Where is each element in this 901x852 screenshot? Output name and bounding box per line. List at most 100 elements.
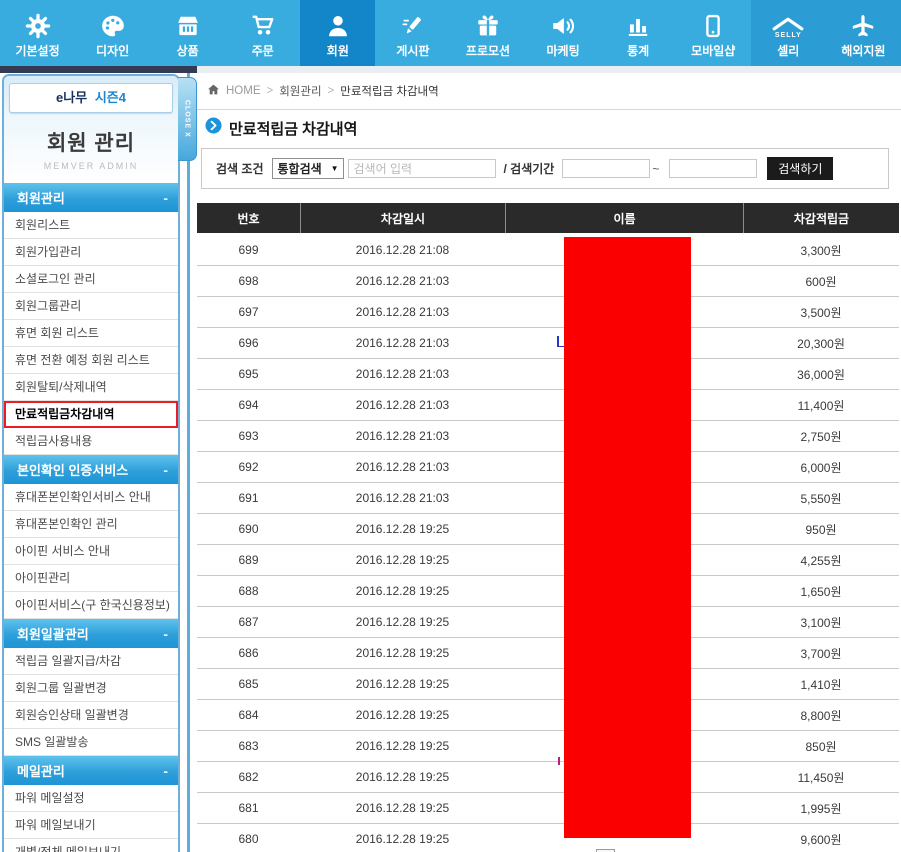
nav-tab-label: 기본설정 <box>15 42 59 59</box>
sidebar-menu-entry[interactable]: 휴면 전환 예정 회원 리스트 <box>4 347 178 374</box>
page-title-row: 만료적립금 차감내역 <box>205 117 357 139</box>
nav-tab[interactable]: 디자인 <box>75 0 150 66</box>
search-keyword-input[interactable] <box>348 159 496 178</box>
sidebar-menu-entry[interactable]: 파워 메일설정 <box>4 785 178 812</box>
cell-amount: 5,550원 <box>743 483 899 513</box>
nav-tab-label: 해외지원 <box>841 42 885 59</box>
cell-date: 2016.12.28 19:25 <box>300 669 505 699</box>
nav-tab[interactable]: 기본설정 <box>0 0 75 66</box>
sidebar-divider-line <box>187 73 190 852</box>
cell-no: 684 <box>197 700 300 730</box>
nav-tab[interactable]: 프로모션 <box>450 0 525 66</box>
table-row: 691 2016.12.28 21:03 5,550원 <box>197 483 899 514</box>
nav-tab[interactable]: 모바일샵 <box>676 0 751 66</box>
sidebar-menu-entry[interactable]: 파워 메일보내기 <box>4 812 178 839</box>
cell-no: 699 <box>197 235 300 265</box>
nav-tab[interactable]: 주문 <box>225 0 300 66</box>
sidebar-menu-entry[interactable]: 회원승인상태 일괄변경 <box>4 702 178 729</box>
sidebar-menu-entry[interactable]: 적립금사용내용 <box>4 428 178 455</box>
content-top-strip <box>197 66 901 73</box>
cell-date: 2016.12.28 19:25 <box>300 824 505 852</box>
cell-date: 2016.12.28 19:25 <box>300 793 505 823</box>
cell-date: 2016.12.28 21:03 <box>300 483 505 513</box>
cell-date: 2016.12.28 19:25 <box>300 638 505 668</box>
sidebar-menu-entry[interactable]: 회원그룹관리 <box>4 293 178 320</box>
nav-tab[interactable]: 회원 <box>300 0 375 66</box>
search-condition-select[interactable]: 통합검색 ▼ <box>272 158 344 179</box>
table-row: 686 2016.12.28 19:25 3,700원 <box>197 638 899 669</box>
sidebar-menu-entry[interactable]: 회원탈퇴/삭제내역 <box>4 374 178 401</box>
search-submit-button[interactable]: 검색하기 <box>767 157 833 180</box>
title-bullet-icon <box>205 117 222 139</box>
sidebar-menu-entry[interactable]: 회원리스트 <box>4 212 178 239</box>
search-panel: 검색 조건 통합검색 ▼ / 검색기간 ~ 검색하기 <box>201 148 889 189</box>
settings-icon <box>25 13 51 39</box>
search-period-start-input[interactable] <box>562 159 650 178</box>
nav-tab[interactable]: 해외지원 <box>826 0 901 66</box>
nav-tab[interactable]: 통계 <box>601 0 676 66</box>
breadcrumb-section[interactable]: 회원관리 <box>279 83 321 99</box>
collapse-toggle-icon[interactable]: - <box>163 763 168 779</box>
cell-date: 2016.12.28 19:25 <box>300 731 505 761</box>
sidebar-entry-label: 휴면 전환 예정 회원 리스트 <box>15 353 150 367</box>
table-row: 688 2016.12.28 19:25 1,650원 <box>197 576 899 607</box>
product-icon <box>175 13 201 39</box>
sidebar-menu-entry[interactable]: 아이핀 서비스 안내 <box>4 538 178 565</box>
sidebar-menu-entry[interactable]: 휴면 회원 리스트 <box>4 320 178 347</box>
sidebar-entry-label: 아이핀관리 <box>15 571 70 585</box>
nav-tab[interactable]: 마케팅 <box>526 0 601 66</box>
cell-amount: 6,000원 <box>743 452 899 482</box>
nav-tab[interactable]: 상품 <box>150 0 225 66</box>
table-row: 689 2016.12.28 19:25 4,255원 <box>197 545 899 576</box>
search-period-end-input[interactable] <box>669 159 757 178</box>
nav-tab-label: 게시판 <box>396 42 429 59</box>
sidebar-entry-label: 파워 메일설정 <box>15 791 85 805</box>
sidebar-menu-entry[interactable]: 휴대폰본인확인 관리 <box>4 511 178 538</box>
table-row: 684 2016.12.28 19:25 8,800원 <box>197 700 899 731</box>
sidebar-entry-label: 개별/전체 메일보내기 <box>15 845 121 852</box>
sidebar-menu-entry[interactable]: 본인확인 인증서비스 - <box>4 455 178 484</box>
collapse-toggle-icon[interactable]: - <box>163 190 168 206</box>
cell-date: 2016.12.28 19:25 <box>300 762 505 792</box>
cell-no: 689 <box>197 545 300 575</box>
sidebar-entry-label: 만료적립금차감내역 <box>15 407 114 421</box>
collapse-toggle-icon[interactable]: - <box>163 462 168 478</box>
sidebar-menu-entry[interactable]: 소셜로그인 관리 <box>4 266 178 293</box>
sidebar-menu-entry[interactable]: 휴대폰본인확인서비스 안내 <box>4 484 178 511</box>
breadcrumb-separator: > <box>267 85 274 97</box>
order-icon <box>250 13 276 39</box>
sidebar-menu-entry[interactable]: 회원그룹 일괄변경 <box>4 675 178 702</box>
cell-date: 2016.12.28 21:03 <box>300 390 505 420</box>
search-period-label: / 검색기간 <box>504 160 555 177</box>
nav-tab[interactable]: SELLY 셀리 <box>751 0 826 66</box>
sidebar-menu-entry[interactable]: 아이핀관리 <box>4 565 178 592</box>
table-body: 699 2016.12.28 21:08 3,300원 698 2016.12.… <box>197 235 899 852</box>
sidebar-close-tab[interactable]: CLOSE X <box>178 77 197 161</box>
sidebar-menu-entry[interactable]: 아이핀서비스(구 한국신용정보) <box>4 592 178 619</box>
sidebar-menu-entry[interactable]: SMS 일괄발송 <box>4 729 178 756</box>
cell-date: 2016.12.28 21:03 <box>300 297 505 327</box>
sidebar-entry-label: 아이핀서비스(구 한국신용정보) <box>15 598 170 612</box>
column-header-name: 이름 <box>505 203 743 233</box>
sidebar-menu-entry[interactable]: 개별/전체 메일보내기 <box>4 839 178 852</box>
cell-date: 2016.12.28 19:25 <box>300 576 505 606</box>
sidebar-title: 회원 관리 <box>9 127 173 157</box>
table-row: 687 2016.12.28 19:25 3,100원 <box>197 607 899 638</box>
table-row: 699 2016.12.28 21:08 3,300원 <box>197 235 899 266</box>
sidebar-menu-entry[interactable]: 회원가입관리 <box>4 239 178 266</box>
cell-no: 683 <box>197 731 300 761</box>
collapse-toggle-icon[interactable]: - <box>163 626 168 642</box>
sidebar-menu-entry[interactable]: 회원일괄관리 - <box>4 619 178 648</box>
nav-tab[interactable]: 게시판 <box>375 0 450 66</box>
board-icon <box>400 13 426 39</box>
sidebar-menu-entry[interactable]: 적립금 일괄지급/차감 <box>4 648 178 675</box>
sidebar-menu-entry[interactable]: 회원관리 - <box>4 183 178 212</box>
breadcrumb-home[interactable]: HOME <box>226 85 261 97</box>
table-row: 683 2016.12.28 19:25 850원 <box>197 731 899 762</box>
cell-amount: 11,400원 <box>743 390 899 420</box>
cell-date: 2016.12.28 21:03 <box>300 421 505 451</box>
sidebar-menu-entry[interactable]: 메일관리 - <box>4 756 178 785</box>
search-condition-value: 통합검색 <box>278 160 322 177</box>
sidebar-brand-area: e나무 시즌4 회원 관리 MEMVER ADMIN <box>4 76 178 183</box>
sidebar-menu-entry[interactable]: 만료적립금차감내역 <box>4 401 178 428</box>
